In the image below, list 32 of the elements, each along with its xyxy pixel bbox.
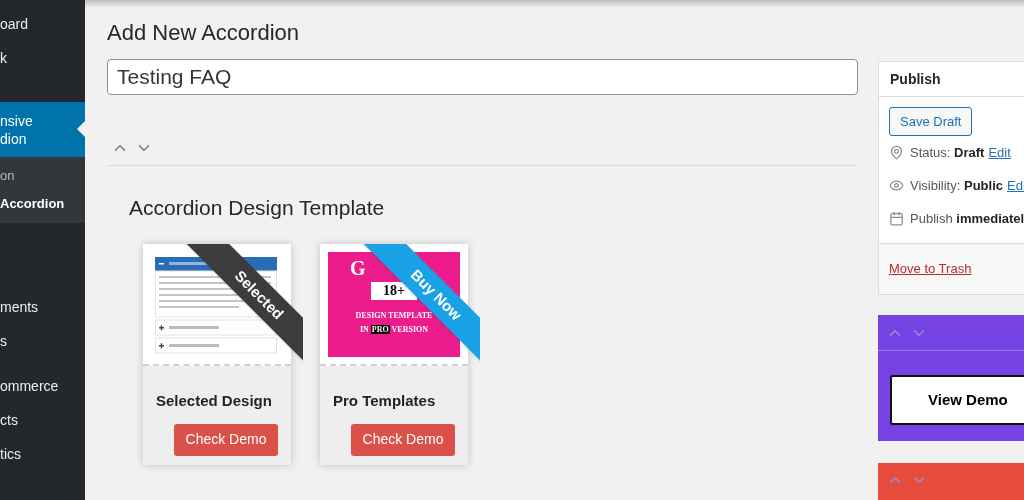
box-title: Publish bbox=[879, 62, 1024, 97]
template-name: Selected Design bbox=[156, 391, 273, 411]
menu-item[interactable]: tics bbox=[0, 437, 85, 471]
view-demo-button[interactable]: View Demo bbox=[890, 375, 1024, 425]
edit-link[interactable]: Edit bbox=[988, 142, 1011, 163]
publish-info: Status: Draft bbox=[910, 143, 985, 162]
menu-item[interactable]: ments bbox=[0, 290, 85, 324]
menu-item[interactable]: ommerce bbox=[0, 369, 85, 403]
calendar-icon bbox=[889, 211, 904, 226]
section-title: Accordion Design Template bbox=[129, 195, 386, 221]
menu-item[interactable]: cts bbox=[0, 403, 85, 437]
publish-info: Publish immediatel bbox=[910, 209, 1024, 228]
page-title: Add New Accordion bbox=[107, 19, 300, 47]
submenu-item[interactable]: on bbox=[0, 162, 85, 190]
template-name: Pro Templates bbox=[333, 391, 437, 411]
menu-item[interactable]: oard bbox=[0, 7, 85, 41]
promo-text: IN PRO VERSION bbox=[359, 324, 429, 336]
publish-info: Visibility: Public bbox=[910, 176, 1003, 195]
eye-icon bbox=[889, 178, 904, 193]
save-draft-button[interactable]: Save Draft bbox=[889, 107, 973, 136]
menu-item[interactable]: s bbox=[0, 324, 85, 358]
edit-link[interactable]: Edi bbox=[1007, 175, 1024, 196]
check-demo-button[interactable]: Check Demo bbox=[351, 423, 455, 456]
promo-text: DESIGN TEMPLATE bbox=[355, 310, 433, 322]
pin-icon bbox=[889, 145, 904, 160]
current-pointer-icon bbox=[77, 121, 85, 137]
menu-item[interactable]: k bbox=[0, 41, 85, 75]
title-input[interactable]: Testing FAQ bbox=[107, 59, 858, 95]
menu-item[interactable]: nsive dion bbox=[0, 102, 85, 157]
submenu-item[interactable]: Accordion bbox=[0, 190, 85, 218]
promo-headline: G bbox=[350, 256, 366, 280]
check-demo-button[interactable]: Check Demo bbox=[174, 423, 278, 456]
